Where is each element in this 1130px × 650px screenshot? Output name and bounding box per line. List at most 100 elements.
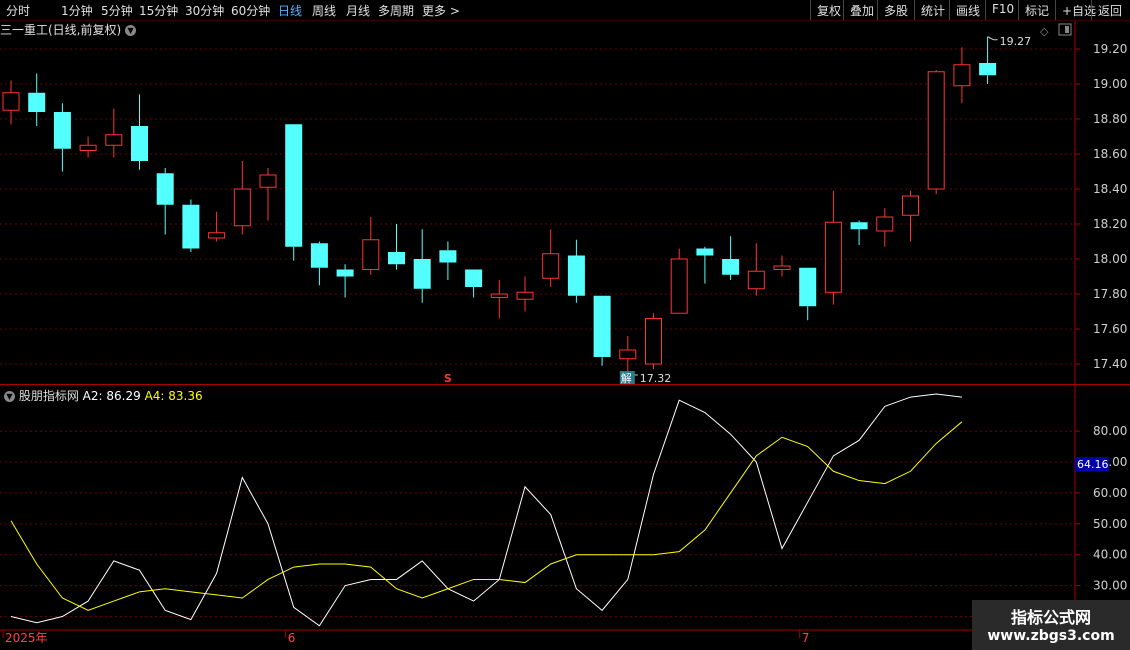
multi-stock-button[interactable]: 多股 <box>877 0 914 20</box>
period-tab-60min[interactable]: 60分钟 <box>231 2 270 19</box>
candle-body <box>824 221 842 293</box>
candlestick-chart: 19.20 19.00 18.80 18.60 18.40 18.20 18.00 17.80… <box>0 21 1127 385</box>
candle <box>53 103 71 172</box>
candle <box>233 161 251 235</box>
watermark-title: 指标公式网 <box>1010 608 1091 627</box>
candle-body <box>645 318 662 365</box>
candle <box>876 208 894 247</box>
period-tab-5min[interactable]: 5分钟 <box>101 2 133 19</box>
candle-body <box>567 255 585 296</box>
price-tick-label: 17.60 <box>1093 322 1127 336</box>
candle <box>670 248 688 314</box>
candle-body <box>953 64 971 87</box>
period-tab-1min[interactable]: 1分钟 <box>61 2 93 19</box>
period-tab-monthly[interactable]: 月线 <box>346 2 370 19</box>
price-tick-label: 18.00 <box>1093 252 1127 266</box>
candle-body <box>336 269 354 277</box>
period-tab-15min[interactable]: 15分钟 <box>139 2 178 19</box>
candle <box>131 94 148 170</box>
price-tick-label: 17.80 <box>1093 287 1127 301</box>
candle <box>285 124 303 261</box>
back-button[interactable]: 返回 <box>1091 0 1128 20</box>
indicator-tick-label: 80.00 <box>1093 424 1127 438</box>
candle-body <box>208 232 226 239</box>
x-tick-label: 7 <box>802 631 810 645</box>
candle-body <box>850 222 868 230</box>
price-tick-label: 18.20 <box>1093 217 1127 231</box>
candle-body <box>233 188 251 227</box>
candle-body <box>439 250 457 263</box>
candle-body <box>465 269 483 287</box>
period-tab-timeshare[interactable]: 分时 <box>6 2 30 19</box>
candle-body <box>876 216 894 232</box>
candle-body <box>542 253 560 279</box>
candle <box>182 199 200 252</box>
high-price-label: 19.27 <box>1000 35 1032 48</box>
candle-body <box>696 248 714 256</box>
candle <box>2 80 20 125</box>
stats-button[interactable]: 统计 <box>914 0 951 20</box>
period-tab-30min[interactable]: 30分钟 <box>185 2 224 19</box>
period-tab-daily[interactable]: 日线 <box>278 2 302 19</box>
period-toolbar: 分时 1分钟 5分钟 15分钟 30分钟 60分钟 日线 周线 月线 多周期 更… <box>0 0 1130 21</box>
candle <box>645 313 662 370</box>
candle-body <box>619 349 637 360</box>
candle-body <box>902 195 919 216</box>
candle-body <box>310 243 328 268</box>
adjust-button[interactable]: 复权 <box>810 0 847 20</box>
candle <box>927 70 945 195</box>
price-tick-label: 18.60 <box>1093 147 1127 161</box>
panel-separator <box>0 384 1130 385</box>
current-value-tag: 64.16 <box>1077 458 1109 471</box>
candle <box>516 276 534 312</box>
price-tick-label: 17.40 <box>1093 357 1127 371</box>
candle <box>593 295 611 366</box>
candle <box>336 264 354 298</box>
candle <box>696 246 714 284</box>
candle <box>105 108 123 158</box>
watermark-url: www.zbgs3.com <box>987 628 1115 644</box>
candle-body <box>259 174 277 188</box>
unlock-badge: 解 <box>621 371 632 385</box>
candle <box>28 73 46 126</box>
indicator-chart: 80.0070.0060.0050.0040.0030.0020.00 2025… <box>0 386 1127 650</box>
candle <box>722 236 740 280</box>
x-tick-label: 2025年 <box>5 631 48 645</box>
indicator-tick-label: 50.00 <box>1093 517 1127 531</box>
panel-toggle-icon-fill <box>1065 26 1069 33</box>
candle <box>567 239 585 303</box>
candle-body <box>927 71 945 190</box>
candle <box>259 168 277 221</box>
period-tab-multi[interactable]: 多周期 <box>378 2 414 19</box>
candle-body <box>182 204 200 249</box>
candle-body <box>516 291 534 300</box>
f10-button[interactable]: F10 <box>985 0 1020 20</box>
candle <box>362 217 380 275</box>
candle-body <box>105 134 123 146</box>
diamond-icon[interactable]: ◇ <box>1040 25 1049 38</box>
indicator-tick-label: 60.00 <box>1093 486 1127 500</box>
candle <box>747 243 765 296</box>
candle <box>465 269 483 298</box>
watermark: 指标公式网 www.zbgs3.com <box>972 600 1130 650</box>
candle-body <box>490 293 508 298</box>
candle-body <box>670 258 688 314</box>
candle <box>156 168 174 235</box>
candle-body <box>79 144 97 151</box>
price-tick-label: 19.20 <box>1093 42 1127 56</box>
candle-body <box>28 92 46 112</box>
price-tick-label: 18.40 <box>1093 182 1127 196</box>
series-line-a4 <box>10 421 963 611</box>
overlay-button[interactable]: 叠加 <box>843 0 880 20</box>
period-tab-weekly[interactable]: 周线 <box>312 2 336 19</box>
mark-button[interactable]: 标记 <box>1018 0 1055 20</box>
draw-button[interactable]: 画线 <box>949 0 986 20</box>
candle <box>208 211 226 242</box>
candle <box>413 229 431 303</box>
candle <box>902 190 919 242</box>
indicator-tick-label: 30.00 <box>1093 579 1127 593</box>
period-tab-more[interactable]: 更多 > <box>422 2 460 19</box>
candle-body <box>131 126 148 161</box>
candle-body <box>362 239 380 270</box>
candle-body <box>2 92 20 111</box>
